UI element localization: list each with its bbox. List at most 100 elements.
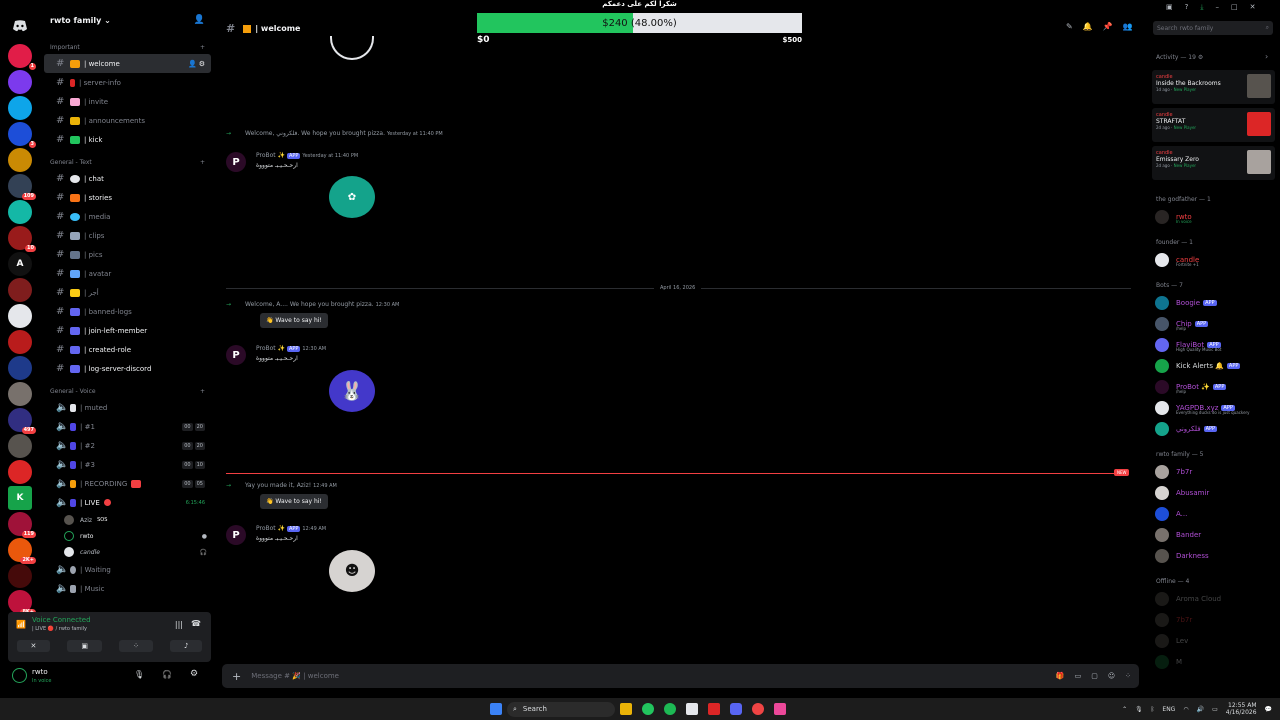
search-input[interactable]: Search rwto family ⌕: [1153, 21, 1273, 35]
activity-header[interactable]: Activity — 19 ⚙: [1156, 54, 1203, 61]
noise-suppression-icon[interactable]: |||: [175, 620, 183, 629]
welcome-image[interactable]: 🐰: [329, 370, 375, 412]
taskbar-search[interactable]: ⌕ Search: [507, 701, 615, 717]
member-row[interactable]: Abusamir: [1147, 482, 1280, 503]
channel-stories[interactable]: # | stories: [44, 188, 211, 207]
channel-join-left-member[interactable]: # | join-left-member: [44, 321, 211, 340]
server-icon[interactable]: [8, 434, 32, 458]
voice-channel-music[interactable]: 🔈 | Music: [44, 579, 211, 598]
camera-off-icon[interactable]: ✕: [16, 640, 51, 652]
chevron-up-icon[interactable]: ⌃: [1122, 706, 1127, 713]
minimize-icon[interactable]: –: [1215, 3, 1219, 12]
server-icon[interactable]: [8, 70, 32, 94]
server-icon[interactable]: 10: [8, 226, 36, 252]
member-row[interactable]: ProBot ✨ APP/help: [1147, 376, 1280, 397]
channel-invite[interactable]: # | invite: [44, 92, 211, 111]
member-row[interactable]: YAGPDB.xyz APP Everything ducks do is just…: [1147, 397, 1280, 418]
member-row[interactable]: A...: [1147, 503, 1280, 524]
chrome-icon[interactable]: [642, 703, 654, 715]
headphones-icon[interactable]: 🎧: [162, 670, 172, 679]
voice-channel-1[interactable]: 🔈 | #1 00 20: [44, 417, 211, 436]
file-explorer-icon[interactable]: [620, 703, 632, 715]
chevron-right-icon[interactable]: ›: [1265, 52, 1268, 61]
channel-welcome[interactable]: # | welcome 👤 ⚙: [44, 54, 211, 73]
channel-pics[interactable]: # | pics: [44, 245, 211, 264]
server-icon[interactable]: [8, 382, 32, 406]
obs-icon[interactable]: [752, 703, 764, 715]
adobe-icon[interactable]: [708, 703, 720, 715]
invite-icon[interactable]: 👤: [188, 60, 197, 68]
avatar[interactable]: P: [226, 345, 246, 365]
server-header[interactable]: rwto family ⌄ 👤: [40, 0, 215, 40]
server-icon[interactable]: [8, 564, 32, 588]
server-icon[interactable]: 8K+: [8, 590, 36, 616]
author-name[interactable]: ProBot ✨: [256, 345, 285, 352]
plus-icon[interactable]: +: [200, 44, 205, 51]
author-name[interactable]: ProBot ✨: [256, 525, 285, 532]
soundboard-icon[interactable]: ♪: [169, 640, 203, 652]
server-icon[interactable]: 109: [8, 174, 36, 200]
plus-icon[interactable]: +: [200, 388, 205, 395]
member-row[interactable]: M: [1147, 651, 1280, 672]
server-icon[interactable]: [8, 96, 32, 120]
wave-button[interactable]: 👋 Wave to say hi!: [260, 494, 328, 509]
author-name[interactable]: ProBot ✨: [256, 152, 285, 159]
channel-log-server-discord[interactable]: # | log-server-discord: [44, 359, 211, 378]
server-icon[interactable]: [8, 356, 32, 380]
microphone-icon[interactable]: 🎙: [1135, 706, 1143, 713]
download-icon[interactable]: ⤓: [1200, 3, 1203, 12]
member-row[interactable]: Chip APP/help: [1147, 313, 1280, 334]
voice-location[interactable]: | LIVE 🔴 / rwto family: [32, 626, 87, 632]
inbox-icon[interactable]: ▣: [1166, 3, 1173, 12]
app-icon[interactable]: [774, 703, 786, 715]
server-icon[interactable]: 2K+: [8, 538, 36, 564]
server-icon[interactable]: [8, 278, 32, 302]
welcome-image[interactable]: ☻: [329, 550, 375, 592]
server-icon[interactable]: 497: [8, 408, 36, 434]
member-row[interactable]: Kick Alerts 🔔 APP: [1147, 355, 1280, 376]
bluetooth-icon[interactable]: ᛒ: [1151, 706, 1155, 713]
voice-user[interactable]: rwto ●: [40, 528, 215, 544]
activities-icon[interactable]: ⁘: [119, 640, 153, 652]
category-general-voice[interactable]: General - Voice +: [40, 384, 215, 398]
close-icon[interactable]: ✕: [1250, 3, 1256, 12]
volume-icon[interactable]: 🔊: [1197, 706, 1204, 713]
composer-placeholder[interactable]: Message # 🎉 | welcome: [251, 672, 339, 680]
gear-icon[interactable]: ⚙: [199, 60, 205, 68]
message-composer[interactable]: + Message # 🎉 | welcome 🎁 ▭ ▢ ☺ ⁘: [222, 664, 1139, 688]
member-row[interactable]: FlaviBot APP High Quality Music Bot: [1147, 334, 1280, 355]
gif-icon[interactable]: ▭: [1075, 672, 1082, 680]
avatar[interactable]: P: [226, 525, 246, 545]
channel-ajr[interactable]: # | أجر: [44, 283, 211, 302]
spotify-icon[interactable]: [664, 703, 676, 715]
member-row[interactable]: 7b7r: [1147, 609, 1280, 630]
voice-channel-waiting[interactable]: 🔈 | Waiting: [44, 560, 211, 579]
category-important[interactable]: Important +: [40, 40, 215, 54]
member-row[interactable]: فلكروني APP: [1147, 418, 1280, 439]
category-general-text[interactable]: General - Text +: [40, 155, 215, 169]
voice-channel-muted[interactable]: 🔈 | muted: [44, 398, 211, 417]
disconnect-icon[interactable]: ☎: [191, 619, 201, 628]
kick-server-icon[interactable]: K: [8, 486, 32, 510]
channel-chat[interactable]: # | chat: [44, 169, 211, 188]
emoji-icon[interactable]: ☺: [1108, 672, 1115, 680]
server-icon[interactable]: [8, 200, 32, 224]
notification-icon[interactable]: 💬: [1265, 706, 1272, 713]
clock[interactable]: 12:55 AM 4/16/2026: [1226, 702, 1257, 716]
activity-card[interactable]: candle STRAFTAT 2d ago · New Player: [1152, 108, 1275, 142]
avatar[interactable]: P: [226, 152, 246, 172]
plus-icon[interactable]: +: [232, 670, 241, 683]
language-indicator[interactable]: ENG: [1162, 706, 1175, 713]
member-row[interactable]: candle Fortnite +1: [1147, 249, 1280, 270]
avatar[interactable]: [12, 668, 27, 683]
sticker-icon[interactable]: ▢: [1091, 672, 1098, 680]
welcome-image[interactable]: ✿: [329, 176, 375, 218]
channel-banned-logs[interactable]: # | banned-logs: [44, 302, 211, 321]
voice-channel-recording[interactable]: 🔈 | RECORDING 00 05: [44, 474, 211, 493]
member-row[interactable]: Darkness: [1147, 545, 1280, 566]
member-row[interactable]: rwto In voice: [1147, 206, 1280, 227]
discord-icon[interactable]: [730, 703, 742, 715]
member-list-icon[interactable]: 👥: [1123, 22, 1133, 31]
voice-channel-2[interactable]: 🔈 | #2 00 20: [44, 436, 211, 455]
add-member-icon[interactable]: 👤: [194, 15, 205, 25]
